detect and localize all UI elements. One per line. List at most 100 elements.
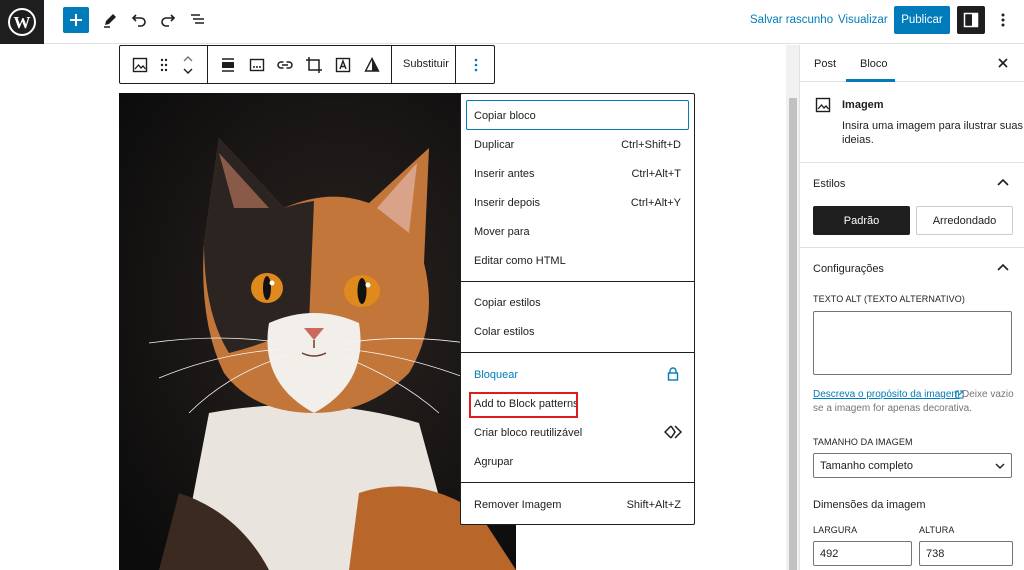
width-label: LARGURA	[813, 525, 858, 535]
height-input[interactable]: 738	[919, 541, 1013, 566]
align-button[interactable]	[216, 53, 240, 77]
menu-separator	[461, 482, 694, 483]
align-center-icon	[222, 58, 234, 72]
menu-item-insert-after[interactable]: Inserir depois	[474, 197, 540, 209]
shortcut-duplicate: Ctrl+Shift+D	[621, 139, 681, 151]
shortcut-insert-after: Ctrl+Alt+Y	[630, 197, 681, 209]
tools-button[interactable]	[98, 8, 122, 32]
filter-button[interactable]	[360, 53, 384, 77]
alt-text-field[interactable]	[813, 311, 1012, 375]
undo-button[interactable]	[127, 8, 151, 32]
drag-handle[interactable]	[152, 53, 176, 77]
editor-header: W Salvar rascunho Visualizar Publicar	[0, 0, 1024, 44]
width-input[interactable]: 492	[813, 541, 912, 566]
text-overlay-icon	[335, 57, 351, 73]
menu-separator	[461, 281, 694, 282]
sidebar-tabs: Post Bloco	[800, 45, 1024, 82]
toolbar-separator	[391, 46, 392, 83]
duotone-button[interactable]	[245, 53, 269, 77]
image-dimensions-title: Dimensões da imagem	[813, 499, 926, 511]
block-options-menu: Copiar bloco Duplicar Ctrl+Shift+D Inser…	[460, 93, 695, 525]
cat-image[interactable]	[119, 93, 516, 570]
block-toolbar: Substituir	[119, 45, 495, 84]
redo-button[interactable]	[156, 8, 180, 32]
alt-text-help: Deixe vazio	[962, 389, 1014, 400]
list-view-button[interactable]	[186, 8, 210, 32]
crop-button[interactable]	[302, 53, 326, 77]
redo-icon	[161, 14, 176, 27]
annotation-highlight-box	[469, 392, 578, 418]
toolbar-separator	[455, 46, 456, 83]
menu-separator	[461, 352, 694, 353]
list-view-icon	[191, 14, 204, 24]
crop-icon	[306, 57, 322, 73]
tab-block[interactable]: Bloco	[860, 58, 888, 70]
replace-button[interactable]: Substituir	[403, 58, 449, 70]
publish-button[interactable]: Publicar	[894, 6, 950, 34]
menu-item-paste-styles[interactable]: Colar estilos	[474, 326, 535, 338]
wordpress-icon: W	[8, 8, 36, 36]
more-vertical-icon	[1001, 13, 1005, 27]
link-icon	[277, 61, 293, 69]
close-icon[interactable]	[998, 58, 1008, 68]
block-card-description-2: ideias.	[842, 134, 874, 146]
svg-text:W: W	[14, 13, 31, 32]
insert-link-button[interactable]	[273, 53, 297, 77]
tab-post[interactable]: Post	[814, 58, 836, 70]
settings-toggle-button[interactable]	[957, 6, 985, 34]
cat-photo	[119, 93, 516, 570]
menu-item-move-to[interactable]: Mover para	[474, 226, 530, 238]
filter-icon	[364, 57, 380, 72]
block-card-description: Insira uma imagem para ilustrar suas	[842, 120, 1023, 132]
save-draft-button[interactable]: Salvar rascunho	[750, 14, 833, 26]
reusable-block-icon	[664, 425, 682, 439]
chevron-up-icon[interactable]	[997, 263, 1009, 271]
toolbar-separator	[207, 46, 208, 83]
options-menu-button[interactable]	[993, 8, 1013, 32]
preview-button[interactable]: Visualizar	[838, 14, 888, 26]
menu-item-lock[interactable]: Bloquear	[474, 369, 518, 381]
menu-item-remove-image[interactable]: Remover Imagem	[474, 499, 561, 511]
image-size-select[interactable]: Tamanho completo	[813, 453, 1012, 478]
height-label: ALTURA	[919, 525, 955, 535]
image-size-label: TAMANHO DA IMAGEM	[813, 437, 913, 447]
chevron-up-down-icon	[183, 56, 193, 74]
canvas-scrollbar-thumb[interactable]	[789, 98, 797, 570]
active-tab-indicator	[846, 79, 895, 82]
settings-panel-title[interactable]: Configurações	[813, 263, 884, 275]
lock-icon	[667, 367, 679, 381]
block-card-title: Imagem	[842, 99, 884, 111]
menu-item-insert-before[interactable]: Inserir antes	[474, 168, 535, 180]
panel-separator	[799, 162, 1024, 163]
style-rounded-button[interactable]: Arredondado	[916, 206, 1013, 235]
pencil-icon	[104, 14, 116, 28]
menu-item-copy-styles[interactable]: Copiar estilos	[474, 297, 541, 309]
chevron-up-icon[interactable]	[997, 178, 1009, 186]
menu-item-group[interactable]: Agrupar	[474, 456, 513, 468]
caption-icon	[249, 58, 265, 72]
shortcut-insert-before: Ctrl+Alt+T	[631, 168, 681, 180]
menu-item-duplicate[interactable]: Duplicar	[474, 139, 514, 151]
add-block-button[interactable]	[63, 7, 89, 33]
panel-separator	[799, 247, 1024, 248]
alt-text-help-link[interactable]: Descreva o propósito da imagem	[813, 389, 960, 400]
sidebar-icon	[963, 12, 979, 28]
image-block-icon	[815, 97, 831, 113]
shortcut-remove-image: Shift+Alt+Z	[626, 499, 681, 511]
menu-item-create-reusable[interactable]: Criar bloco reutilizável	[474, 427, 582, 439]
alt-text-help-2: se a imagem for apenas decorativa.	[813, 403, 972, 414]
styles-panel-title[interactable]: Estilos	[813, 178, 845, 190]
wordpress-logo-button[interactable]: W	[0, 0, 44, 44]
chevron-down-icon	[995, 463, 1005, 469]
text-overlay-button[interactable]	[331, 53, 355, 77]
image-size-value: Tamanho completo	[820, 460, 913, 472]
block-options-button[interactable]	[464, 53, 488, 77]
menu-item-edit-html[interactable]: Editar como HTML	[474, 255, 566, 267]
style-default-button[interactable]: Padrão	[813, 206, 910, 235]
plus-icon	[70, 14, 82, 26]
block-type-button[interactable]	[128, 53, 152, 77]
move-up-down-button[interactable]	[176, 49, 200, 81]
alt-text-label: TEXTO ALT (TEXTO ALTERNATIVO)	[813, 294, 965, 304]
menu-item-copy-block[interactable]: Copiar bloco	[474, 110, 536, 122]
undo-icon	[131, 14, 146, 27]
